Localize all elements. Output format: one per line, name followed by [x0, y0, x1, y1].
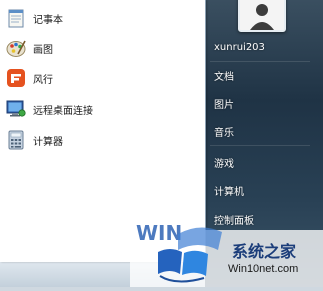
user-avatar[interactable]	[238, 0, 286, 32]
remote-desktop-icon	[5, 98, 27, 120]
program-label: 计算器	[33, 137, 63, 148]
menu-item-games[interactable]: 游戏	[214, 155, 234, 171]
menu-item-pictures[interactable]: 图片	[214, 96, 234, 112]
paint-icon	[5, 37, 27, 59]
program-label: 风行	[33, 75, 53, 86]
divider	[210, 145, 310, 146]
watermark-url: Win10net.com	[228, 263, 299, 275]
program-item-remote-desktop[interactable]: 远程桌面连接	[0, 94, 205, 124]
notepad-icon	[5, 7, 27, 29]
menu-item-music[interactable]: 音乐	[214, 124, 234, 140]
program-item-funshion[interactable]: 风行	[0, 63, 205, 93]
calculator-icon	[5, 129, 27, 151]
divider	[210, 61, 310, 62]
menu-item-documents[interactable]: 文档	[214, 68, 234, 84]
menu-item-computer[interactable]: 计算机	[214, 183, 244, 199]
program-label: 画图	[33, 45, 53, 56]
program-label: 记事本	[33, 15, 63, 26]
program-label: 远程桌面连接	[33, 106, 93, 117]
watermark-title: 系统之家	[232, 242, 297, 261]
program-item-calculator[interactable]: 计算器	[0, 125, 205, 155]
username-link[interactable]: xunrui203	[214, 42, 265, 58]
start-menu: 记事本 画图 风行 远程桌面连接 计算器 xunrui203 文档 图片 音乐 …	[0, 0, 323, 287]
program-item-notepad[interactable]: 记事本	[0, 3, 205, 33]
svg-text:WIN: WIN	[136, 221, 182, 245]
funshion-icon	[5, 67, 27, 89]
program-item-paint[interactable]: 画图	[0, 33, 205, 63]
